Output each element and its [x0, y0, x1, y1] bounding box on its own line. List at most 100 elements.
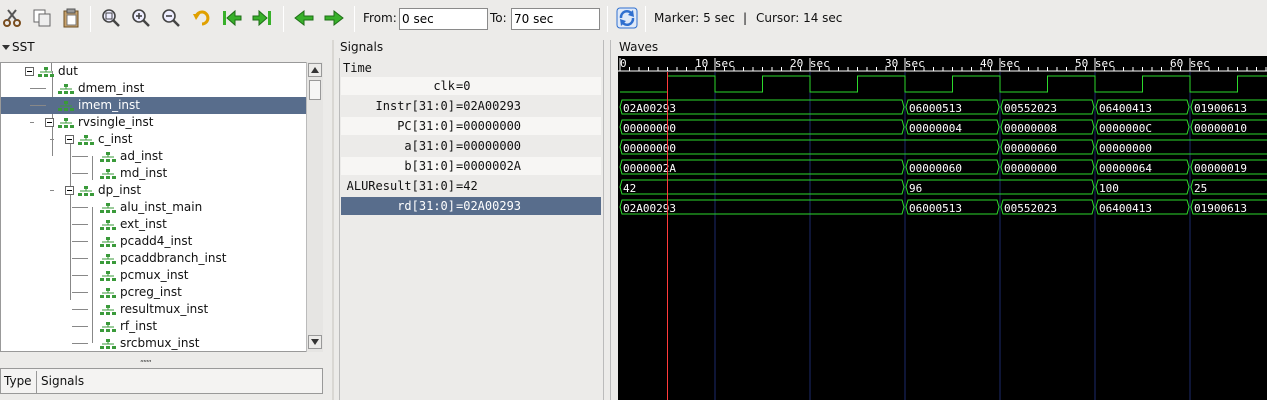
scroll-up-button[interactable] — [308, 63, 322, 77]
signal-name: ALUResult[31:0] — [346, 179, 455, 193]
signal-row-pc[interactable]: PC[31:0] =00000000 — [341, 117, 601, 135]
module-icon — [100, 202, 116, 213]
zoom-fit-icon[interactable] — [99, 6, 123, 30]
waves-title: Waves — [619, 40, 659, 54]
collapse-toggle-icon[interactable] — [45, 118, 54, 127]
next-icon[interactable] — [322, 6, 346, 30]
type-signals-header: Type Signals — [0, 368, 323, 394]
sst-header[interactable]: SST — [0, 40, 330, 56]
wave-value-aluresult: 96 — [909, 182, 922, 195]
panel-splitter[interactable] — [603, 40, 611, 400]
tree-connector-line — [72, 258, 88, 259]
go-start-icon[interactable] — [220, 6, 244, 30]
type-column-header[interactable]: Type — [4, 374, 32, 388]
tick-label: 40 sec — [980, 57, 1020, 70]
tree-node-pcreg-inst[interactable]: pcreg_inst — [1, 284, 306, 301]
signals-title: Signals — [340, 40, 384, 54]
wave-value-instr: 02A00293 — [623, 102, 676, 115]
tree-node-rvsingle-inst[interactable]: rvsingle_inst — [1, 114, 306, 131]
panel-splitter[interactable] — [332, 40, 334, 400]
tree-node-label: pcaddbranch_inst — [120, 251, 227, 265]
module-icon — [78, 185, 94, 196]
cut-icon[interactable] — [0, 6, 24, 30]
scroll-down-button[interactable] — [308, 335, 322, 349]
tree-node-ext-inst[interactable]: ext_inst — [1, 216, 306, 233]
signal-row-instr[interactable]: Instr[31:0] =02A00293 — [341, 97, 601, 115]
tree-node-md-inst[interactable]: md_inst — [1, 165, 306, 182]
signal-name: Instr[31:0] — [375, 99, 455, 113]
signals-column-header[interactable]: Signals — [41, 374, 84, 388]
tree-node-pcaddbranch-inst[interactable]: pcaddbranch_inst — [1, 250, 306, 267]
tree-node-c-inst[interactable]: c_inst — [1, 131, 306, 148]
tree-connector-line — [72, 207, 88, 208]
reload-icon[interactable] — [615, 6, 639, 30]
tree-node-label: c_inst — [98, 132, 133, 146]
from-input[interactable] — [399, 8, 488, 30]
tree-connector-line — [30, 105, 46, 106]
signal-value: =00000000 — [456, 119, 522, 133]
wave-clk — [620, 75, 1267, 93]
signal-value: =42 — [456, 179, 478, 193]
tree-connector-line — [50, 139, 54, 140]
tree-node-pcmux-inst[interactable]: pcmux_inst — [1, 267, 306, 284]
tree-connector-line — [50, 190, 54, 191]
signal-row-clk[interactable]: clk =0 — [341, 77, 601, 95]
tree-node-imem-inst[interactable]: imem_inst — [1, 97, 306, 114]
zoom-in-icon[interactable] — [129, 6, 153, 30]
module-icon — [58, 100, 74, 111]
tree-node-srcbmux-inst[interactable]: srcbmux_inst — [1, 335, 306, 351]
wave-value-b: 00000060 — [909, 162, 962, 175]
tree-node-label: srcbmux_inst — [120, 336, 200, 350]
wave-value-a: 00000060 — [1004, 142, 1057, 155]
scroll-thumb[interactable] — [309, 80, 321, 100]
go-end-icon[interactable] — [250, 6, 274, 30]
wave-value-pc: 00000010 — [1194, 122, 1247, 135]
wave-value-instr: 06400413 — [1099, 102, 1152, 115]
prev-icon[interactable] — [292, 6, 316, 30]
hierarchy-tree[interactable]: dut dmem_inst imem_inst rvsingle_inst c_inst… — [0, 62, 323, 352]
tree-connector-line — [72, 309, 88, 310]
signals-list[interactable]: Time clk =0 Instr[31:0] =02A00293 PC[31:0] =0… — [339, 58, 601, 400]
tree-node-dmem-inst[interactable]: dmem_inst — [1, 80, 306, 97]
module-icon — [100, 270, 116, 281]
tree-node-label: ext_inst — [120, 217, 167, 231]
zoom-out-icon[interactable] — [159, 6, 183, 30]
collapse-toggle-icon[interactable] — [25, 67, 34, 76]
wave-value-rd: 06400413 — [1099, 202, 1152, 215]
tree-connector-line — [72, 241, 88, 242]
tick-label: 30 sec — [885, 57, 925, 70]
tree-node-ad-inst[interactable]: ad_inst — [1, 148, 306, 165]
tree-scrollbar[interactable] — [306, 62, 323, 352]
paste-icon[interactable] — [59, 6, 83, 30]
tree-node-dp-inst[interactable]: dp_inst — [1, 182, 306, 199]
wave-value-pc: 0000000C — [1099, 122, 1152, 135]
pane-splitter-handle[interactable]: ,,,,,,, — [140, 355, 180, 363]
tree-node-pcadd4-inst[interactable]: pcadd4_inst — [1, 233, 306, 250]
module-icon — [100, 287, 116, 298]
wave-value-a: 00000000 — [623, 142, 676, 155]
signal-row-b[interactable]: b[31:0] =0000002A — [341, 157, 601, 175]
to-input[interactable] — [511, 8, 600, 30]
signal-row-aluresult[interactable]: ALUResult[31:0] =42 — [341, 177, 601, 195]
wave-value-instr: 06000513 — [909, 102, 962, 115]
collapse-toggle-icon[interactable] — [65, 186, 74, 195]
tree-connector-line — [72, 224, 88, 225]
undo-icon[interactable] — [190, 6, 214, 30]
wave-value-rd: 00552023 — [1004, 202, 1057, 215]
tree-node-resultmux-inst[interactable]: resultmux_inst — [1, 301, 306, 318]
tree-node-dut[interactable]: dut — [1, 63, 306, 80]
wave-value-rd: 01900613 — [1194, 202, 1247, 215]
waveform-view[interactable]: 0 10 sec 20 sec 30 sec 40 sec 50 sec 60 sec 02A… — [618, 56, 1267, 400]
signal-name: a[31:0] — [404, 139, 455, 153]
tree-node-label: pcmux_inst — [120, 268, 189, 282]
signal-row-a[interactable]: a[31:0] =00000000 — [341, 137, 601, 155]
tree-node-rf-inst[interactable]: rf_inst — [1, 318, 306, 335]
module-icon — [58, 117, 74, 128]
collapse-toggle-icon[interactable] — [65, 135, 74, 144]
wave-value-b: 00000000 — [1004, 162, 1057, 175]
signal-value: =0 — [456, 79, 471, 93]
tree-node-alu-inst-main[interactable]: alu_inst_main — [1, 199, 306, 216]
copy-icon[interactable] — [30, 6, 54, 30]
column-divider[interactable] — [36, 371, 37, 393]
signal-row-rd[interactable]: rd[31:0] =02A00293 — [341, 197, 601, 215]
